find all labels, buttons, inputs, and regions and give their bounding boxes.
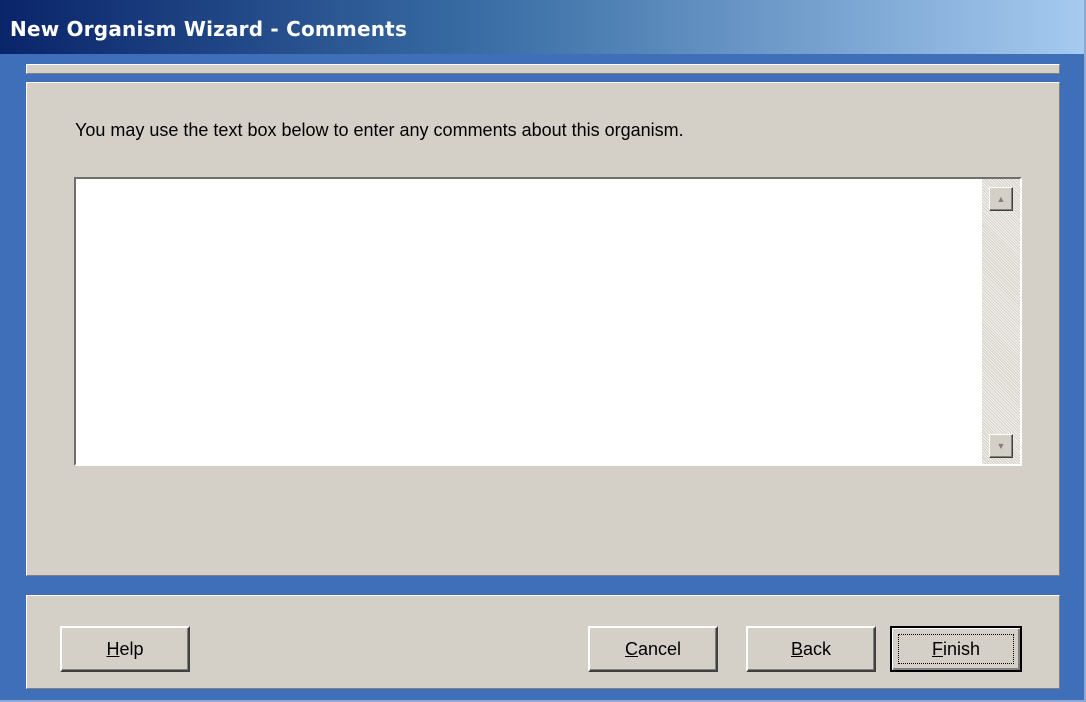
instruction-text: You may use the text box below to enter … [75, 120, 684, 140]
arrow-up-icon[interactable]: ▲ [989, 187, 1013, 211]
help-button-mnemonic: H [106, 638, 120, 659]
content-panel-top-edge [26, 64, 1060, 74]
back-button-mnemonic: B [790, 638, 803, 659]
comments-textbox-frame: ▲ ▼ [74, 177, 1022, 466]
comments-vertical-scrollbar[interactable]: ▲ ▼ [982, 179, 1020, 464]
help-button[interactable]: Help [60, 626, 190, 672]
help-button-label: elp [119, 638, 144, 659]
cancel-button-label: ancel [637, 638, 682, 659]
cancel-button[interactable]: Cancel [588, 626, 718, 672]
cancel-button-mnemonic: C [624, 638, 638, 659]
title-bar[interactable]: New Organism Wizard - Comments [0, 0, 1084, 54]
back-button-label: ack [803, 638, 832, 659]
finish-button[interactable]: Finish [890, 626, 1022, 672]
arrow-down-icon[interactable]: ▼ [989, 434, 1013, 458]
finish-button-mnemonic: F [931, 638, 943, 659]
window-title: New Organism Wizard - Comments [10, 17, 408, 41]
comments-textbox[interactable] [76, 179, 982, 464]
wizard-window: New Organism Wizard - Comments You may u… [0, 0, 1086, 702]
back-button[interactable]: Back [746, 626, 876, 672]
finish-button-label: inish [942, 638, 981, 659]
